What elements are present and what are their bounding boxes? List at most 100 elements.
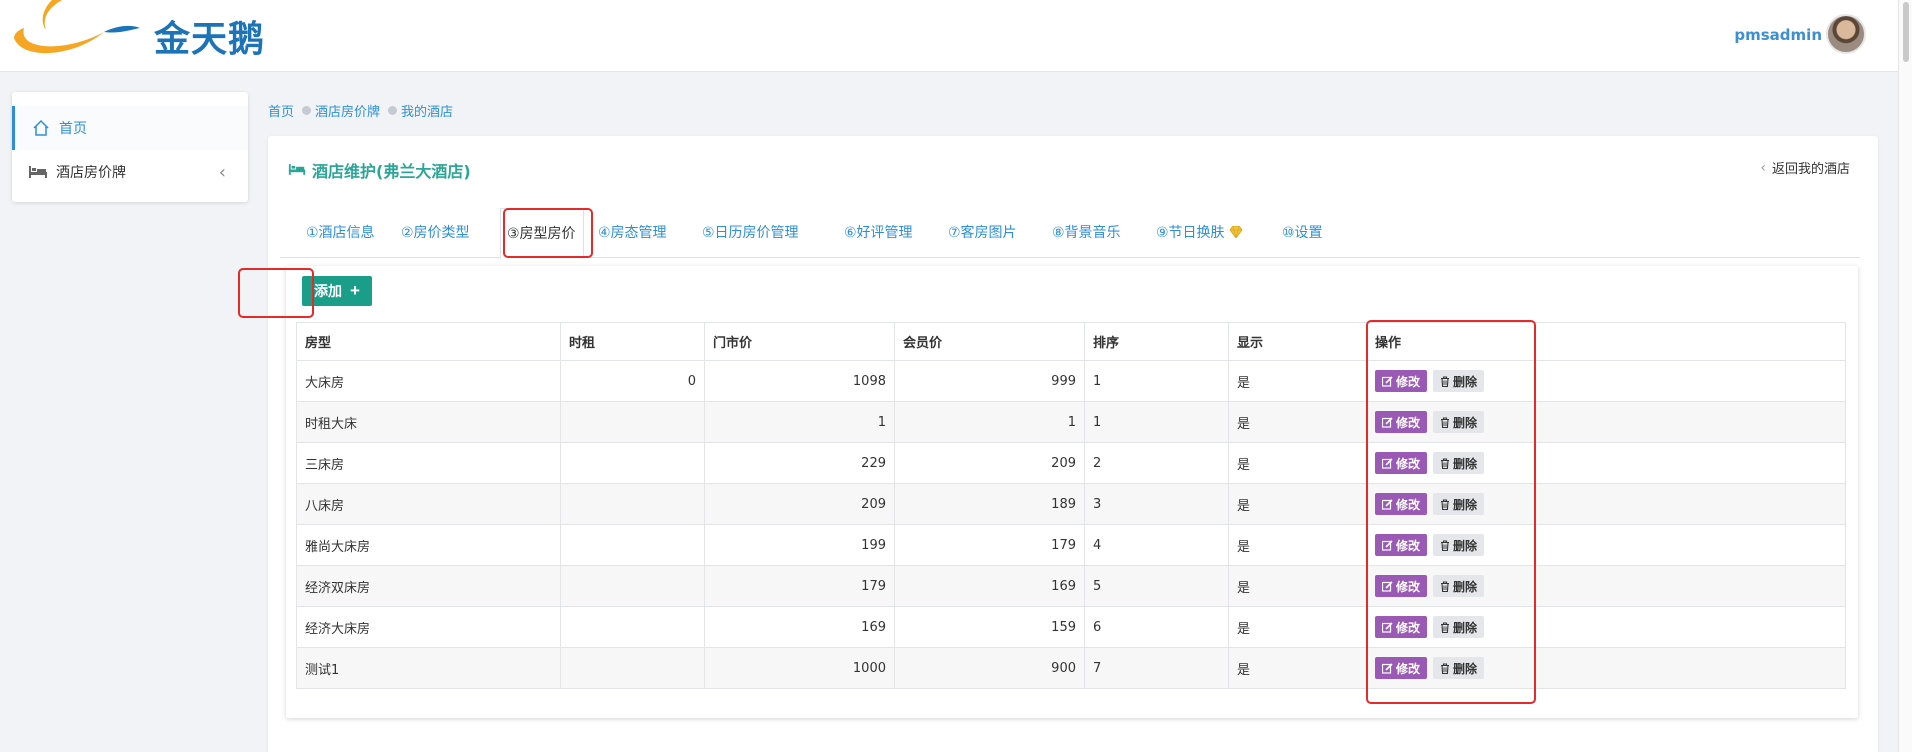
edit-button[interactable]: 修改 xyxy=(1375,657,1428,679)
tab-room-status[interactable]: ④房态管理 xyxy=(592,208,673,258)
page-title-text: 酒店维护(弗兰大酒店) xyxy=(312,162,471,181)
cell-member-price: 179 xyxy=(894,524,1085,566)
edit-icon xyxy=(1382,416,1393,428)
column-header[interactable]: 门市价 xyxy=(704,322,895,361)
tab-background-music[interactable]: ⑧背景音乐 xyxy=(1046,208,1127,258)
cell-show: 是 xyxy=(1228,606,1367,648)
cell-room-type: 三床房 xyxy=(296,442,561,484)
cell-rack-price: 1 xyxy=(704,401,895,443)
table-row: 时租大床 1 1 1 是修改 删除 xyxy=(296,401,1846,443)
delete-button[interactable]: 删除 xyxy=(1433,575,1485,597)
trash-icon xyxy=(1441,539,1450,551)
cell-show: 是 xyxy=(1228,401,1367,443)
cell-show: 是 xyxy=(1228,524,1367,566)
bed-icon xyxy=(288,161,306,180)
delete-button[interactable]: 删除 xyxy=(1433,657,1485,679)
delete-button[interactable]: 删除 xyxy=(1433,534,1485,556)
column-header[interactable]: 会员价 xyxy=(894,322,1085,361)
table-row: 测试1 1000 900 7 是 修改 删除 xyxy=(296,647,1846,689)
delete-button[interactable]: 删除 xyxy=(1433,616,1485,638)
edit-button[interactable]: 修改 xyxy=(1375,575,1428,597)
cell-show: 是 xyxy=(1228,442,1367,484)
delete-button-label: 删除 xyxy=(1453,415,1478,430)
cell-sort: 2 xyxy=(1084,442,1229,484)
cell-rack-price: 169 xyxy=(704,606,895,648)
chevron-left-icon: ‹ xyxy=(218,162,226,183)
cell-actions: 修改 删除 xyxy=(1366,606,1846,648)
room-price-card: 添加 + 房型 时租 门市价 会员价 排序 显示 操作 大床房 0 1098 999 1… xyxy=(286,266,1858,718)
breadcrumb-item[interactable]: 我的酒店 xyxy=(401,101,453,120)
sidebar-item-home[interactable]: 首页 xyxy=(12,106,248,150)
edit-button[interactable]: 修改 xyxy=(1375,534,1428,556)
edit-button-label: 修改 xyxy=(1396,579,1421,594)
column-header[interactable]: 排序 xyxy=(1084,322,1229,361)
table-row: 雅尚大床房 199 179 4 是 修改 删除 xyxy=(296,524,1846,566)
edit-button[interactable]: 修改 xyxy=(1375,616,1428,638)
avatar[interactable] xyxy=(1826,14,1866,54)
column-header[interactable]: 显示 xyxy=(1228,322,1367,361)
user-name[interactable]: pmsadmin xyxy=(1734,26,1822,44)
trash-icon xyxy=(1441,580,1450,592)
column-header[interactable]: 时租 xyxy=(560,322,705,361)
breadcrumb-item[interactable]: 酒店房价牌 xyxy=(315,101,380,120)
edit-button[interactable]: 修改 xyxy=(1375,452,1428,474)
breadcrumb-item[interactable]: 首页 xyxy=(268,101,294,120)
cell-sort: 4 xyxy=(1084,524,1229,566)
delete-button[interactable]: 删除 xyxy=(1433,493,1485,515)
trash-icon xyxy=(1441,621,1450,633)
cell-room-type: 经济大床房 xyxy=(296,606,561,648)
cell-actions: 修改 删除 xyxy=(1366,524,1846,566)
logo[interactable]: 金天鹅 xyxy=(12,0,272,62)
edit-button-label: 修改 xyxy=(1396,538,1421,553)
edit-button[interactable]: 修改 xyxy=(1375,493,1428,515)
edit-button[interactable]: 修改 xyxy=(1375,370,1428,392)
back-to-my-hotel-link[interactable]: ‹ 返回我的酒店 xyxy=(1760,158,1850,178)
cell-rack-price: 199 xyxy=(704,524,895,566)
diamond-icon xyxy=(1229,226,1243,238)
edit-button-label: 修改 xyxy=(1396,415,1421,430)
add-button[interactable]: 添加 + xyxy=(302,276,372,306)
table-row: 经济双床房 179 169 5 是 修改 删除 xyxy=(296,565,1846,607)
swan-logo-icon xyxy=(14,0,140,54)
cell-hourly: 0 xyxy=(560,360,705,402)
cell-room-type: 雅尚大床房 xyxy=(296,524,561,566)
tab-settings[interactable]: ⑩设置 xyxy=(1276,208,1329,258)
cell-show: 是 xyxy=(1228,360,1367,402)
cell-show: 是 xyxy=(1228,565,1367,607)
table-row: 八床房 209 189 3 是 修改 删除 xyxy=(296,483,1846,525)
tab-room-type-price[interactable]: ③房型房价 xyxy=(500,208,584,259)
cell-sort: 3 xyxy=(1084,483,1229,525)
tab-review-management[interactable]: ⑥好评管理 xyxy=(838,208,919,258)
main-panel: 酒店维护(弗兰大酒店) ‹ 返回我的酒店 ①酒店信息 ②房价类型 ③房型房价 ④… xyxy=(238,136,1878,752)
delete-button[interactable]: 删除 xyxy=(1433,370,1485,392)
delete-button[interactable]: 删除 xyxy=(1433,411,1485,433)
scrollbar-thumb[interactable] xyxy=(1903,2,1909,62)
delete-button-label: 删除 xyxy=(1453,661,1478,676)
tab-price-type[interactable]: ②房价类型 xyxy=(395,208,476,258)
page-scrollbar[interactable] xyxy=(1898,0,1912,752)
trash-icon xyxy=(1441,457,1450,469)
edit-icon xyxy=(1382,457,1393,469)
chevron-left-icon: ‹ xyxy=(1760,159,1766,176)
cell-sort: 7 xyxy=(1084,647,1229,689)
table-row: 大床房 0 1098 999 1 是 修改 删除 xyxy=(296,360,1846,402)
tab-holiday-skin[interactable]: ⑨节日换肤 xyxy=(1150,208,1249,258)
plus-icon: + xyxy=(350,281,360,300)
trash-icon xyxy=(1441,375,1450,387)
cell-actions: 修改 删除 xyxy=(1366,360,1846,402)
room-price-table: 房型 时租 门市价 会员价 排序 显示 操作 大床房 0 1098 999 1 是修改 删除… xyxy=(296,322,1846,689)
column-header[interactable]: 房型 xyxy=(296,322,561,361)
delete-button-label: 删除 xyxy=(1453,497,1478,512)
cell-rack-price: 229 xyxy=(704,442,895,484)
home-icon xyxy=(31,119,51,137)
tab-hotel-info[interactable]: ①酒店信息 xyxy=(300,208,381,258)
delete-button[interactable]: 删除 xyxy=(1433,452,1485,474)
cell-sort: 6 xyxy=(1084,606,1229,648)
delete-button-label: 删除 xyxy=(1453,538,1478,553)
cell-show: 是 xyxy=(1228,647,1367,689)
sidebar-item-hotel-price-board[interactable]: 酒店房价牌 ‹ xyxy=(12,150,248,194)
tab-calendar-price[interactable]: ⑤日历房价管理 xyxy=(696,208,805,258)
edit-button[interactable]: 修改 xyxy=(1375,411,1428,433)
trash-icon xyxy=(1441,498,1450,510)
tab-room-images[interactable]: ⑦客房图片 xyxy=(942,208,1023,258)
